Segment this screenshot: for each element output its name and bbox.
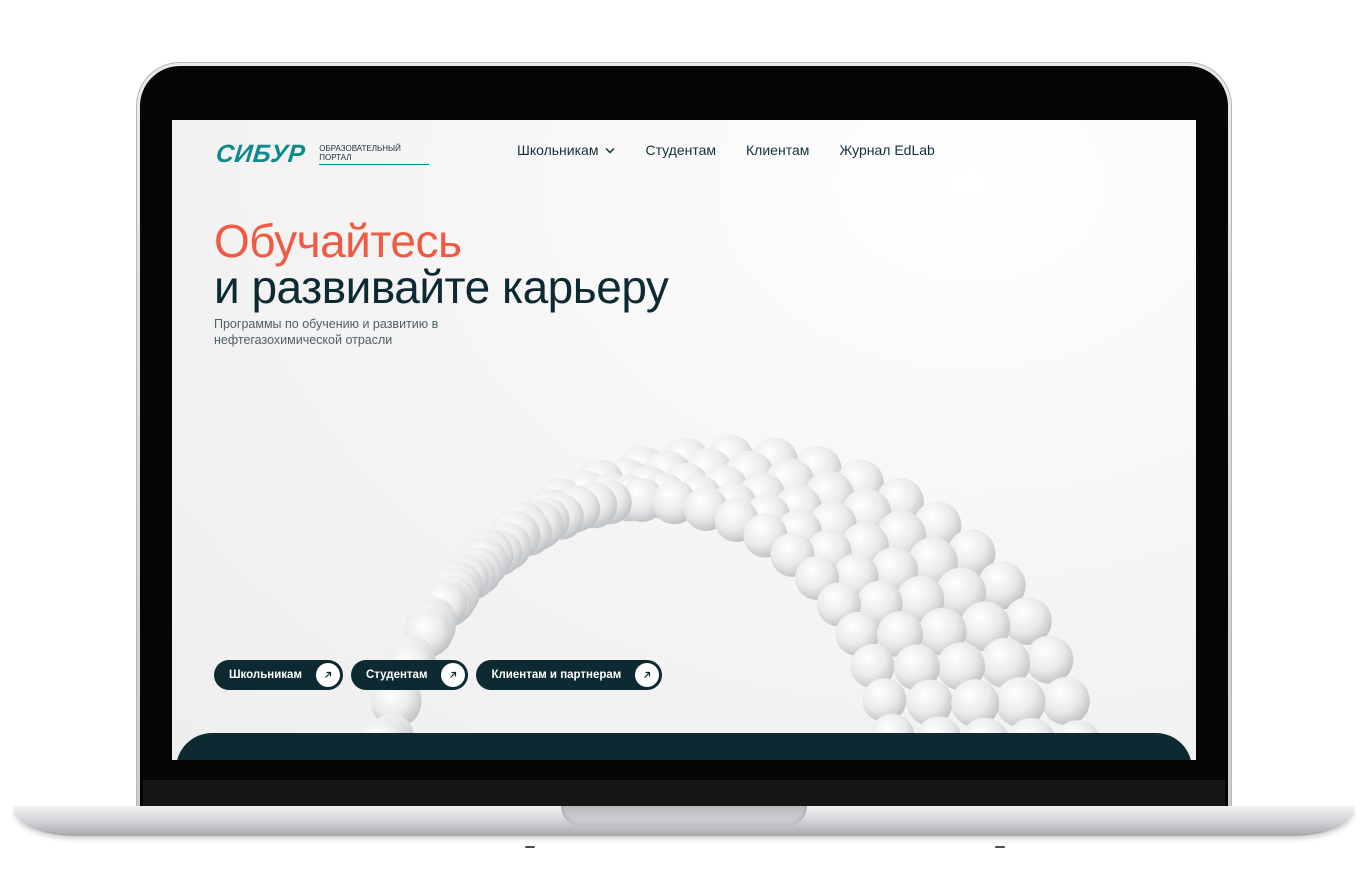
nav-item-label: Студентам: [645, 142, 717, 158]
cta-row: Школьникам Студентам Клиентам и партнера…: [214, 660, 663, 690]
laptop-base-notch: [561, 806, 807, 826]
cta-label: Студентам: [365, 669, 428, 681]
nav-item-journal[interactable]: Журнал EdLab: [839, 142, 934, 158]
hero-subtitle: Программы по обучению и развитию в нефте…: [214, 317, 439, 347]
laptop-foot: [525, 846, 535, 848]
main-nav: Школьникам Студентам Клиентам Журнал EdL…: [517, 142, 935, 158]
sphere: [1041, 677, 1090, 725]
nav-item-students[interactable]: Студентам: [645, 142, 716, 158]
bottom-panel: [176, 733, 1192, 760]
cta-students-button[interactable]: Студентам: [350, 660, 469, 690]
laptop-chin: [143, 780, 1225, 808]
laptop-foot: [995, 846, 1005, 848]
arrow-up-right-icon: [441, 663, 466, 687]
nav-item-schoolchildren[interactable]: Школьникам: [517, 142, 615, 158]
arrow-up-right-icon: [315, 663, 340, 687]
hero-title: Обучайтесь и развивайте карьеру: [214, 215, 669, 313]
hero-title-main: и развивайте карьеру: [214, 261, 669, 313]
hero-title-accent: Обучайтесь: [214, 215, 462, 267]
laptop-mockup: СИБУР ОБРАЗОВАТЕЛЬНЫЙ ПОРТАЛ Школьникам …: [0, 0, 1368, 880]
arrow-up-right-icon: [635, 663, 660, 687]
logo-subtitle: ОБРАЗОВАТЕЛЬНЫЙ ПОРТАЛ: [319, 144, 430, 165]
website-screen: СИБУР ОБРАЗОВАТЕЛЬНЫЙ ПОРТАЛ Школьникам …: [172, 120, 1196, 760]
cta-clients-partners-button[interactable]: Клиентам и партнерам: [476, 660, 663, 690]
cta-label: Школьникам: [229, 669, 302, 681]
nav-item-label: Школьникам: [517, 142, 599, 158]
chevron-down-icon: [605, 147, 615, 154]
sibur-logo[interactable]: СИБУР ОБРАЗОВАТЕЛЬНЫЙ ПОРТАЛ: [214, 140, 430, 168]
cta-schoolchildren-button[interactable]: Школьникам: [214, 660, 343, 690]
nav-item-clients[interactable]: Клиентам: [746, 142, 809, 158]
nav-item-label: Журнал EdLab: [839, 142, 935, 158]
sphere: [1025, 635, 1074, 684]
cta-label: Клиентам и партнерам: [491, 669, 622, 681]
logo-mark: СИБУР: [214, 140, 307, 168]
nav-item-label: Клиентам: [746, 142, 810, 158]
